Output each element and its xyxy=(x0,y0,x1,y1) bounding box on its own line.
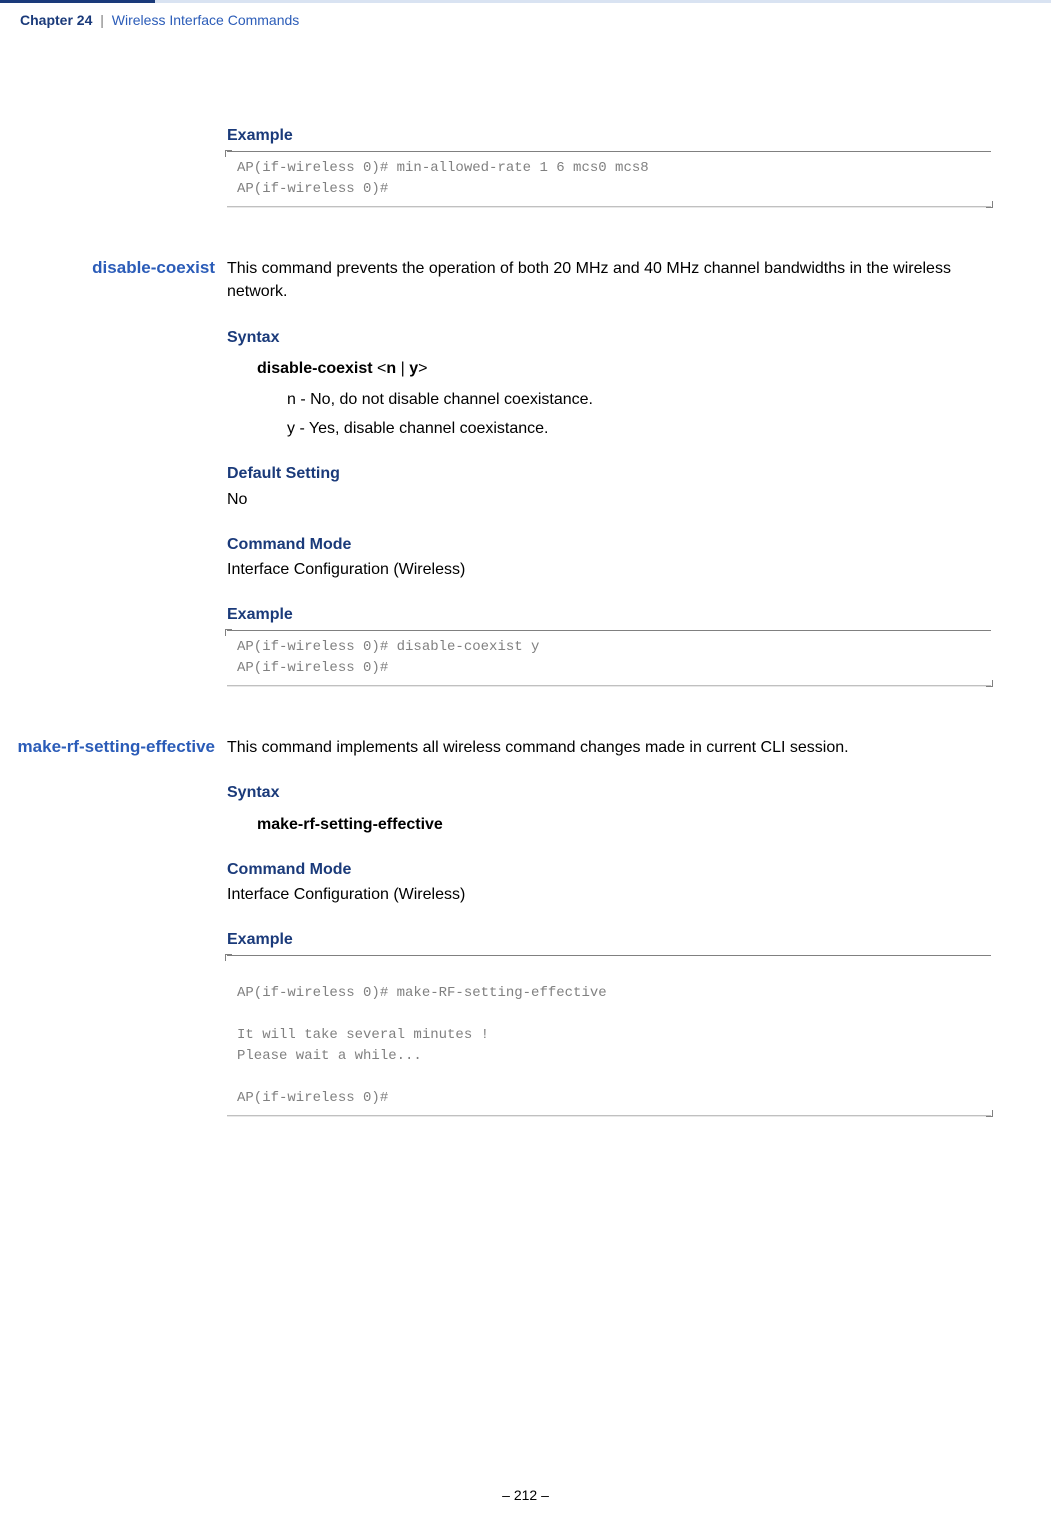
syntax-arg-n: n xyxy=(386,360,396,377)
example-heading: Example xyxy=(227,124,991,147)
code-block: AP(if-wireless 0)# make-RF-setting-effec… xyxy=(227,955,991,1116)
section-example-row: Example AP(if-wireless 0)# min-allowed-r… xyxy=(0,124,1051,207)
mode-value: Interface Configuration (Wireless) xyxy=(227,883,991,906)
syntax-pipe: | xyxy=(396,360,409,377)
syntax-command: disable-coexist xyxy=(257,360,373,377)
header-text: Chapter 24 | Wireless Interface Commands xyxy=(20,10,299,30)
example-heading: Example xyxy=(227,928,991,951)
param-key: n xyxy=(287,391,296,408)
mode-heading: Command Mode xyxy=(227,533,991,556)
param-desc: - No, do not disable channel coexistance… xyxy=(296,391,593,408)
example-heading: Example xyxy=(227,603,991,626)
content-area: Example AP(if-wireless 0)# min-allowed-r… xyxy=(0,44,1051,1116)
section-make-rf: make-rf-setting-effective This command i… xyxy=(0,736,1051,1116)
page-number: – 212 – xyxy=(502,1487,549,1503)
default-heading: Default Setting xyxy=(227,462,991,485)
command-name: make-rf-setting-effective xyxy=(18,737,215,756)
syntax-command: make-rf-setting-effective xyxy=(257,816,443,833)
section2-body: This command prevents the operation of b… xyxy=(227,257,1051,686)
syntax-open: < xyxy=(373,360,387,377)
code-block: AP(if-wireless 0)# min-allowed-rate 1 6 … xyxy=(227,151,991,207)
mode-value: Interface Configuration (Wireless) xyxy=(227,558,991,581)
param-key: y xyxy=(287,420,295,437)
section-gap xyxy=(0,686,1051,736)
left-gutter: make-rf-setting-effective xyxy=(0,736,227,759)
param-y: y - Yes, disable channel coexistance. xyxy=(287,417,991,440)
chapter-title: Wireless Interface Commands xyxy=(112,12,300,28)
section-gap xyxy=(0,207,1051,257)
param-n: n - No, do not disable channel coexistan… xyxy=(287,388,991,411)
page: Chapter 24 | Wireless Interface Commands… xyxy=(0,0,1051,1535)
syntax-heading: Syntax xyxy=(227,781,991,804)
page-footer: – 212 – xyxy=(0,1485,1051,1505)
header-accent-bar xyxy=(0,0,155,3)
section3-body: This command implements all wireless com… xyxy=(227,736,1051,1116)
code-block: AP(if-wireless 0)# disable-coexist y AP(… xyxy=(227,630,991,686)
left-gutter: disable-coexist xyxy=(0,257,227,280)
section1-body: Example AP(if-wireless 0)# min-allowed-r… xyxy=(227,124,1051,207)
command-description: This command implements all wireless com… xyxy=(227,736,991,759)
command-description: This command prevents the operation of b… xyxy=(227,257,991,303)
syntax-line: disable-coexist <n | y> xyxy=(257,357,991,380)
mode-heading: Command Mode xyxy=(227,858,991,881)
syntax-line: make-rf-setting-effective xyxy=(257,813,991,836)
header-light-bar xyxy=(155,0,1051,3)
syntax-close: > xyxy=(418,360,427,377)
chapter-number: Chapter 24 xyxy=(20,12,92,28)
section-disable-coexist: disable-coexist This command prevents th… xyxy=(0,257,1051,686)
syntax-heading: Syntax xyxy=(227,326,991,349)
command-name: disable-coexist xyxy=(92,258,215,277)
default-value: No xyxy=(227,488,991,511)
page-header: Chapter 24 | Wireless Interface Commands xyxy=(0,0,1051,44)
param-desc: - Yes, disable channel coexistance. xyxy=(295,420,549,437)
chapter-separator: | xyxy=(100,12,104,28)
syntax-arg-y: y xyxy=(409,360,418,377)
